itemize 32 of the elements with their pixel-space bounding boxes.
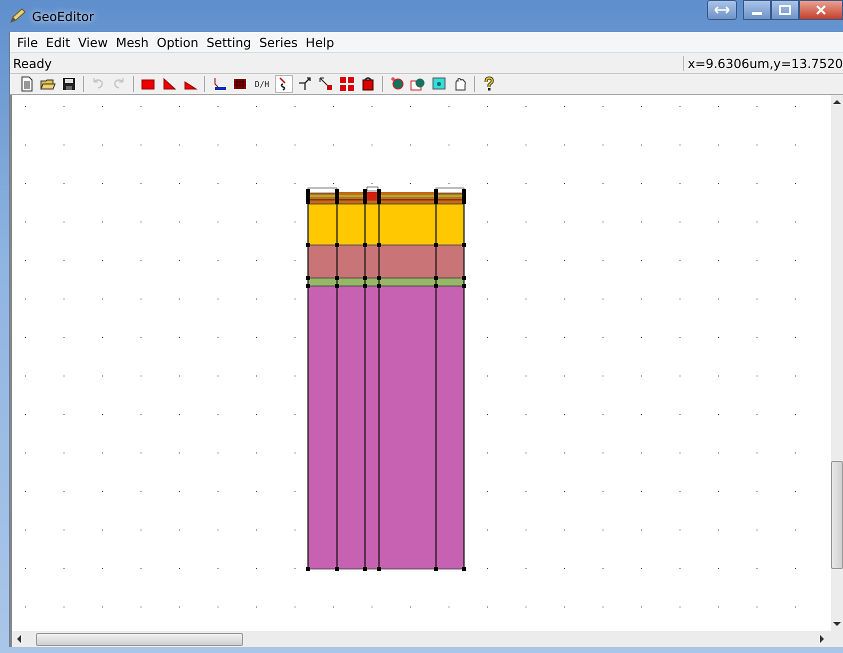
close-icon [815, 5, 827, 15]
vertical-scrollbar[interactable] [831, 95, 843, 631]
window-title: GeoEditor [32, 8, 94, 24]
menu-item[interactable]: Edit [42, 32, 74, 52]
scroll-thumb[interactable] [36, 632, 243, 646]
scroll-thumb[interactable] [831, 461, 843, 569]
minimize-button[interactable] [743, 0, 771, 20]
close-button[interactable] [799, 0, 843, 20]
menu-item[interactable]: File [13, 32, 42, 52]
menu-item[interactable]: View [74, 32, 112, 52]
floppy-icon[interactable] [60, 75, 78, 93]
maximize-button[interactable] [771, 0, 799, 20]
horizontal-scrollbar[interactable] [10, 631, 843, 647]
squares-icon[interactable] [338, 75, 356, 93]
resize-icon[interactable] [317, 75, 335, 93]
menu-item[interactable]: Help [302, 32, 338, 52]
menu-item[interactable]: Mesh [112, 32, 153, 52]
coordinates-readout: x=9.6306um,y=13.7520 [682, 56, 843, 70]
scroll-left-icon[interactable] [16, 635, 22, 643]
menu-item[interactable]: Setting [202, 32, 256, 52]
restore-button[interactable] [707, 0, 737, 20]
menu-item[interactable]: Option [152, 32, 202, 52]
scroll-right-icon[interactable] [819, 635, 825, 643]
minimize-icon [752, 12, 762, 15]
maximize-icon [779, 5, 791, 15]
toolbar-button[interactable]: D/H [252, 75, 272, 93]
menu-item[interactable]: Series [255, 32, 302, 52]
pencil-icon [9, 8, 27, 24]
double-arrow-icon [714, 5, 730, 15]
scroll-down-icon[interactable] [833, 621, 841, 627]
status-text: Ready [12, 56, 52, 70]
scroll-up-icon[interactable] [833, 99, 841, 105]
